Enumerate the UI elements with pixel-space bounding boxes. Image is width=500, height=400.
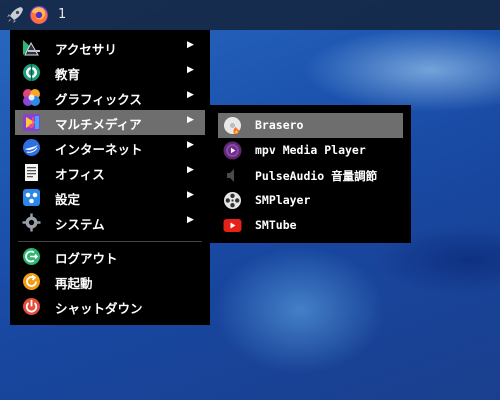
submenu-item-label: SMPlayer [255,193,311,207]
reboot-icon [22,272,41,291]
menu-item-graphics[interactable]: グラフィックス ▶ [10,85,210,110]
submenu-item-label: mpv Media Player [255,143,366,157]
menu-item-label: グラフィックス [55,92,142,107]
internet-icon [22,138,41,157]
menu-item-label: 教育 [55,67,81,82]
settings-icon [22,188,41,207]
disc-burner-icon [223,116,242,135]
menu-item-multimedia[interactable]: マルチメディア ▶ [15,110,205,135]
menu-item-education[interactable]: 教育 ▶ [10,60,210,85]
submenu-item-pulseaudio[interactable]: PulseAudio 音量調節 [210,163,411,188]
speaker-icon [223,166,242,185]
menu-item-label: インターネット [55,142,143,157]
menu-item-label: ログアウト [55,251,118,266]
accessories-icon [22,38,41,57]
desktop-number[interactable]: 1 [58,7,66,22]
menu-item-label: シャットダウン [55,301,143,316]
logout-icon [22,247,41,266]
youtube-icon [223,216,242,235]
submenu-arrow-icon: ▶ [187,90,194,100]
application-menu: アクセサリ ▶ 教育 ▶ グラフィックス ▶ マルチメディア ▶ インターネット… [10,30,210,325]
submenu-item-smplayer[interactable]: SMPlayer [210,188,411,213]
education-icon [22,63,41,82]
menu-item-internet[interactable]: インターネット ▶ [10,135,210,160]
menu-item-settings[interactable]: 設定 ▶ [10,185,210,210]
menu-item-label: マルチメディア [55,117,142,132]
submenu-arrow-icon: ▶ [187,65,194,75]
menu-item-label: オフィス [55,167,105,182]
submenu-arrow-icon: ▶ [187,215,194,225]
rocket-icon[interactable] [5,5,25,25]
multimedia-submenu: Brasero mpv Media Player PulseAudio 音量調節 [210,105,411,243]
submenu-arrow-icon: ▶ [187,190,194,200]
submenu-arrow-icon: ▶ [187,115,194,125]
menu-item-shutdown[interactable]: シャットダウン [10,294,210,319]
gear-icon [22,213,41,232]
menu-item-reboot[interactable]: 再起動 [10,269,210,294]
submenu-arrow-icon: ▶ [187,40,194,50]
menu-item-office[interactable]: オフィス ▶ [10,160,210,185]
firefox-icon[interactable] [29,5,49,25]
multimedia-icon [22,113,41,132]
submenu-item-label: PulseAudio 音量調節 [255,169,378,183]
menu-separator [18,241,202,242]
menu-item-label: アクセサリ [55,42,117,57]
submenu-arrow-icon: ▶ [187,140,194,150]
power-icon [22,297,41,316]
office-icon [22,163,41,182]
submenu-item-smtube[interactable]: SMTube [210,213,411,238]
menu-item-label: システム [55,217,105,232]
menu-item-label: 設定 [55,192,81,207]
mpv-icon [223,141,242,160]
menu-item-system[interactable]: システム ▶ [10,210,210,235]
graphics-icon [22,88,41,107]
menu-item-label: 再起動 [55,276,93,291]
submenu-item-label: Brasero [255,118,304,132]
submenu-item-mpv[interactable]: mpv Media Player [210,138,411,163]
menu-item-logout[interactable]: ログアウト [10,244,210,269]
submenu-item-brasero[interactable]: Brasero [218,113,403,138]
submenu-item-label: SMTube [255,218,297,232]
submenu-arrow-icon: ▶ [187,165,194,175]
film-reel-icon [223,191,242,210]
menu-item-accessories[interactable]: アクセサリ ▶ [10,35,210,60]
top-panel: 1 [0,0,500,30]
